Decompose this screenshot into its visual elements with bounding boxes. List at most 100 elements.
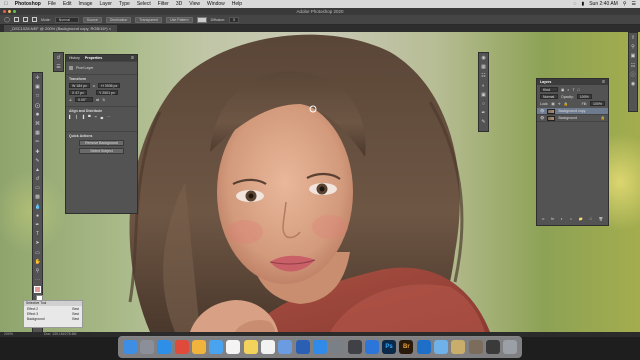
shape-tool-icon[interactable]: ▭ bbox=[35, 250, 41, 256]
menu-select[interactable]: Select bbox=[137, 1, 151, 7]
align-right-icon[interactable]: ▐ bbox=[82, 115, 84, 119]
eyedropper-tool-icon[interactable]: ✏ bbox=[35, 139, 41, 145]
layer-filter-kind[interactable]: Kind bbox=[540, 87, 558, 92]
menu-app-name[interactable]: Photoshop bbox=[15, 1, 41, 7]
lasso-tool-icon[interactable]: ⨀ bbox=[35, 103, 41, 109]
menu-edit[interactable]: Edit bbox=[63, 1, 72, 7]
maximize-window-button[interactable] bbox=[13, 10, 16, 13]
options-add-icon[interactable] bbox=[23, 17, 28, 22]
diffusion-select[interactable]: 5 bbox=[229, 16, 240, 23]
libraries-panel-icon[interactable]: ☷ bbox=[481, 73, 487, 79]
use-pattern-button[interactable]: Use Pattern bbox=[166, 16, 193, 23]
photos-icon[interactable] bbox=[191, 340, 206, 354]
outlook-icon[interactable] bbox=[416, 340, 431, 354]
menu-view[interactable]: View bbox=[189, 1, 200, 7]
minimize-window-button[interactable] bbox=[8, 10, 11, 13]
properties-panel-icon[interactable]: ☰ bbox=[56, 64, 62, 70]
transparent-button[interactable]: Transparent bbox=[135, 16, 163, 23]
options-subtract-icon[interactable] bbox=[32, 17, 37, 22]
align-bottom-icon[interactable]: ▄ bbox=[101, 115, 103, 119]
folder-icon[interactable] bbox=[433, 340, 448, 354]
mail-icon[interactable] bbox=[209, 340, 224, 354]
source-button[interactable]: Source bbox=[82, 16, 102, 23]
align-center-h-icon[interactable]: ┃ bbox=[75, 115, 77, 119]
workspace-icon[interactable]: ▣ bbox=[630, 53, 636, 59]
settings-icon[interactable] bbox=[330, 340, 345, 354]
new-group-icon[interactable]: 📁 bbox=[579, 217, 583, 221]
photoshop-icon[interactable]: Ps bbox=[382, 340, 397, 354]
brushes-panel-icon[interactable]: ✎ bbox=[481, 119, 487, 125]
move-tool-icon[interactable]: ✛ bbox=[35, 75, 41, 81]
history-brush-tool-icon[interactable]: ↺ bbox=[35, 176, 41, 182]
filter-shape-icon[interactable]: □ bbox=[578, 88, 580, 92]
foreground-color-swatch[interactable] bbox=[34, 286, 41, 294]
layers-dock-icon[interactable]: ☷ bbox=[630, 63, 636, 69]
screenshot-icon[interactable] bbox=[347, 340, 362, 354]
menu-filter[interactable]: Filter bbox=[158, 1, 169, 7]
more-tools-icon[interactable]: ⋯ bbox=[35, 277, 41, 283]
options-square-icon[interactable] bbox=[14, 17, 19, 22]
layer-name[interactable]: Background copy bbox=[558, 109, 585, 113]
filter-adjust-icon[interactable]: ◐ bbox=[567, 88, 569, 92]
wifi-icon[interactable]: ◌ bbox=[573, 1, 576, 7]
filter-pixel-icon[interactable]: ▣ bbox=[561, 88, 564, 92]
image-canvas[interactable]: ✛ ▣ □ ⨀ ✸ ⌘ ▦ ✏ ✚ ✎ ▲ ↺ ▭ ▩ 💧 ● ✒ T ➤ ▭ … bbox=[0, 32, 640, 332]
frame-tool-icon[interactable]: ▦ bbox=[35, 130, 41, 136]
artboard-tool-icon[interactable]: ▣ bbox=[35, 84, 41, 90]
flip-horizontal-icon[interactable]: ⇄ bbox=[96, 98, 99, 102]
visibility-eye-icon[interactable]: 👁 bbox=[540, 109, 544, 113]
layer-name[interactable]: Background bbox=[558, 116, 577, 120]
quick-select-tool-icon[interactable]: ✸ bbox=[35, 112, 41, 118]
blend-mode-select[interactable]: Normal bbox=[540, 94, 558, 99]
link-icon[interactable]: ∞ bbox=[93, 84, 96, 88]
battery-icon[interactable]: ▮ bbox=[581, 1, 584, 7]
pattern-swatch[interactable] bbox=[196, 16, 207, 23]
menu-window[interactable]: Window bbox=[207, 1, 225, 7]
remove-background-button[interactable]: Remove Background bbox=[79, 140, 124, 146]
tab-properties[interactable]: Properties bbox=[85, 56, 102, 60]
channels-panel-icon[interactable]: ○ bbox=[481, 101, 487, 107]
spotlight-icon[interactable]: ⚲ bbox=[623, 1, 627, 7]
align-middle-v-icon[interactable]: ━ bbox=[95, 115, 97, 119]
layers-menu-icon[interactable]: ☰ bbox=[602, 80, 605, 84]
paths-panel-icon[interactable]: ✒ bbox=[481, 110, 487, 116]
menu-layer[interactable]: Layer bbox=[99, 1, 112, 7]
calendar-icon[interactable] bbox=[226, 340, 241, 354]
link-layers-icon[interactable]: ∞ bbox=[542, 217, 545, 221]
drive-icon[interactable] bbox=[278, 340, 293, 354]
filter-type-icon[interactable]: T bbox=[572, 88, 574, 92]
lock-all-icon[interactable]: 🔒 bbox=[564, 102, 568, 106]
search-icon[interactable]: ⚲ bbox=[630, 44, 636, 50]
more-options-icon[interactable]: ⋯ bbox=[107, 115, 111, 119]
delete-layer-icon[interactable]: 🗑 bbox=[599, 217, 603, 221]
brush-tool-icon[interactable]: ✎ bbox=[35, 158, 41, 164]
appstore-icon[interactable] bbox=[312, 340, 327, 354]
tab-layers[interactable]: Layers bbox=[540, 80, 551, 84]
launchpad-icon[interactable] bbox=[139, 340, 154, 354]
apple-icon[interactable]:  bbox=[4, 1, 8, 7]
layer-row[interactable]: 👁 Background copy bbox=[537, 108, 608, 115]
floating-panel-row[interactable]: Effect 2 Best bbox=[24, 307, 82, 311]
trash-icon[interactable] bbox=[503, 340, 518, 354]
navigator-icon[interactable]: ◉ bbox=[630, 81, 636, 87]
blur-tool-icon[interactable]: 💧 bbox=[35, 204, 41, 210]
lock-position-icon[interactable]: ✛ bbox=[558, 102, 561, 106]
x-field[interactable]: X 47 px bbox=[69, 90, 87, 95]
y-field[interactable]: Y 2001 px bbox=[96, 90, 118, 95]
control-center-icon[interactable]: ☰ bbox=[632, 1, 636, 7]
healing-brush-tool-icon[interactable]: ✚ bbox=[35, 149, 41, 155]
bluetooth-icon[interactable] bbox=[364, 340, 379, 354]
align-left-icon[interactable]: ▌ bbox=[69, 115, 71, 119]
flip-vertical-icon[interactable]: ⇅ bbox=[102, 98, 105, 102]
swatches-panel-icon[interactable]: ▦ bbox=[481, 64, 487, 70]
opacity-field[interactable]: 100% bbox=[576, 94, 592, 99]
align-top-icon[interactable]: ▀ bbox=[88, 115, 90, 119]
lock-pixels-icon[interactable]: ▦ bbox=[551, 102, 554, 106]
angle-field[interactable]: 0.00° bbox=[75, 97, 94, 102]
preview-icon[interactable] bbox=[451, 340, 466, 354]
new-layer-icon[interactable]: □ bbox=[590, 217, 592, 221]
info-icon[interactable]: ⓘ bbox=[630, 72, 636, 78]
color-panel-icon[interactable]: ◉ bbox=[481, 55, 487, 61]
menu-3d[interactable]: 3D bbox=[176, 1, 182, 7]
path-select-tool-icon[interactable]: ➤ bbox=[35, 240, 41, 246]
